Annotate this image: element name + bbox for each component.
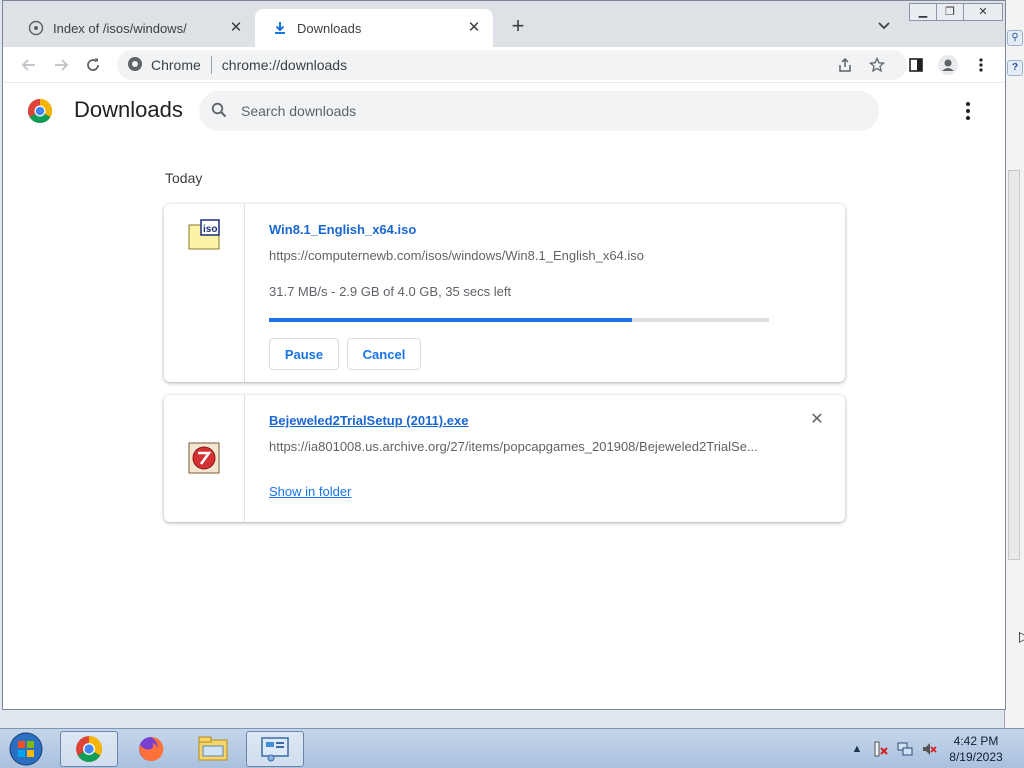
profile-avatar-icon[interactable] xyxy=(936,53,960,77)
close-window-button[interactable]: ✕ xyxy=(963,3,1003,21)
maximize-button[interactable]: ❐ xyxy=(936,3,964,21)
taskbar: ▲ 4:42 PM 8/19/2023 xyxy=(0,728,1024,768)
close-tab-icon[interactable]: ✕ xyxy=(227,19,245,37)
chrome-site-icon xyxy=(127,56,143,75)
site-label: Chrome xyxy=(151,57,201,73)
back-icon[interactable] xyxy=(17,53,41,77)
chrome-icon xyxy=(76,736,102,762)
downloads-header: Downloads xyxy=(3,84,1005,138)
cancel-button[interactable]: Cancel xyxy=(347,338,421,370)
tab-title: Index of /isos/windows/ xyxy=(53,20,187,36)
iso-file-icon: iso xyxy=(188,219,220,250)
download-source-url: https://ia801008.us.archive.org/27/items… xyxy=(269,439,758,454)
download-filename[interactable]: Win8.1_English_x64.iso xyxy=(269,222,416,237)
download-icon xyxy=(271,19,289,37)
tab-downloads[interactable]: Downloads ✕ xyxy=(255,9,493,47)
file-icon-column: iso xyxy=(164,204,245,382)
svg-text:iso: iso xyxy=(203,224,217,235)
url-text[interactable]: chrome://downloads xyxy=(222,57,347,73)
search-input[interactable] xyxy=(241,103,841,119)
mouse-cursor-icon: ▷ xyxy=(1019,628,1024,645)
taskbar-firefox[interactable] xyxy=(122,731,180,767)
chrome-logo-icon xyxy=(27,99,53,124)
pause-button[interactable]: Pause xyxy=(269,338,339,370)
tab-title: Downloads xyxy=(297,20,362,36)
divider xyxy=(210,56,212,74)
browser-window: Index of /isos/windows/ ✕ Downloads ✕ + … xyxy=(2,0,1006,710)
start-button[interactable] xyxy=(6,730,46,768)
network-icon[interactable] xyxy=(896,740,914,758)
firefox-icon xyxy=(139,736,164,761)
close-tab-icon[interactable]: ✕ xyxy=(465,19,483,37)
remove-download-icon[interactable]: ✕ xyxy=(808,411,826,429)
more-actions-icon[interactable] xyxy=(958,99,978,123)
download-item: Bejeweled2TrialSetup (2011).exe https://… xyxy=(164,395,845,522)
date-group-label: Today xyxy=(165,170,203,186)
taskbar-chrome[interactable] xyxy=(60,731,118,767)
chrome-menu-icon[interactable] xyxy=(969,53,993,77)
tab-search-chevron-icon[interactable] xyxy=(877,18,895,36)
download-progress-fill xyxy=(269,318,632,322)
taskbar-control-panel[interactable] xyxy=(246,731,304,767)
search-icon xyxy=(211,102,227,121)
page-title: Downloads xyxy=(74,97,183,122)
browser-toolbar: Chrome chrome://downloads xyxy=(3,47,1005,83)
show-hidden-icons-icon[interactable]: ▲ xyxy=(848,740,866,758)
bg-search-icon[interactable]: ⚲ xyxy=(1007,30,1023,46)
download-status: 31.7 MB/s - 2.9 GB of 4.0 GB, 35 secs le… xyxy=(269,284,512,299)
new-tab-button[interactable]: + xyxy=(507,15,529,38)
tab-strip: Index of /isos/windows/ ✕ Downloads ✕ + … xyxy=(3,1,1005,47)
search-downloads[interactable] xyxy=(199,91,879,131)
action-center-icon[interactable] xyxy=(872,740,890,758)
share-icon[interactable] xyxy=(833,53,857,77)
address-bar[interactable]: Chrome chrome://downloads xyxy=(117,50,907,80)
taskbar-file-explorer[interactable] xyxy=(184,731,242,767)
tab-index-isos[interactable]: Index of /isos/windows/ ✕ xyxy=(11,9,255,47)
windows-logo-icon xyxy=(9,732,43,766)
download-item: iso Win8.1_English_x64.iso https://compu… xyxy=(164,204,845,382)
taskbar-clock[interactable]: 4:42 PM 8/19/2023 xyxy=(936,733,1016,765)
bg-help-icon[interactable]: ? xyxy=(1007,60,1023,76)
file-icon-column xyxy=(164,395,245,522)
page-icon xyxy=(27,19,45,37)
downloads-page: Downloads Today iso Win8.1_English_x64.i… xyxy=(3,84,1005,709)
bejeweled-app-icon xyxy=(188,442,220,474)
bookmark-star-icon[interactable] xyxy=(865,53,889,77)
show-in-folder-link[interactable]: Show in folder xyxy=(269,484,351,499)
clock-date: 8/19/2023 xyxy=(949,750,1003,764)
reload-icon[interactable] xyxy=(81,53,105,77)
file-explorer-icon xyxy=(198,736,228,761)
download-progress-bar xyxy=(269,318,769,322)
forward-icon[interactable] xyxy=(49,53,73,77)
background-window: ⚲ ? ▷ xyxy=(1004,0,1024,728)
side-panel-icon[interactable] xyxy=(904,53,928,77)
download-filename[interactable]: Bejeweled2TrialSetup (2011).exe xyxy=(269,413,468,428)
minimize-button[interactable]: ▁ xyxy=(909,3,937,21)
control-panel-icon xyxy=(261,737,289,762)
clock-time: 4:42 PM xyxy=(953,734,999,748)
bg-scrollbar[interactable] xyxy=(1008,170,1020,560)
download-source-url: https://computernewb.com/isos/windows/Wi… xyxy=(269,248,645,263)
